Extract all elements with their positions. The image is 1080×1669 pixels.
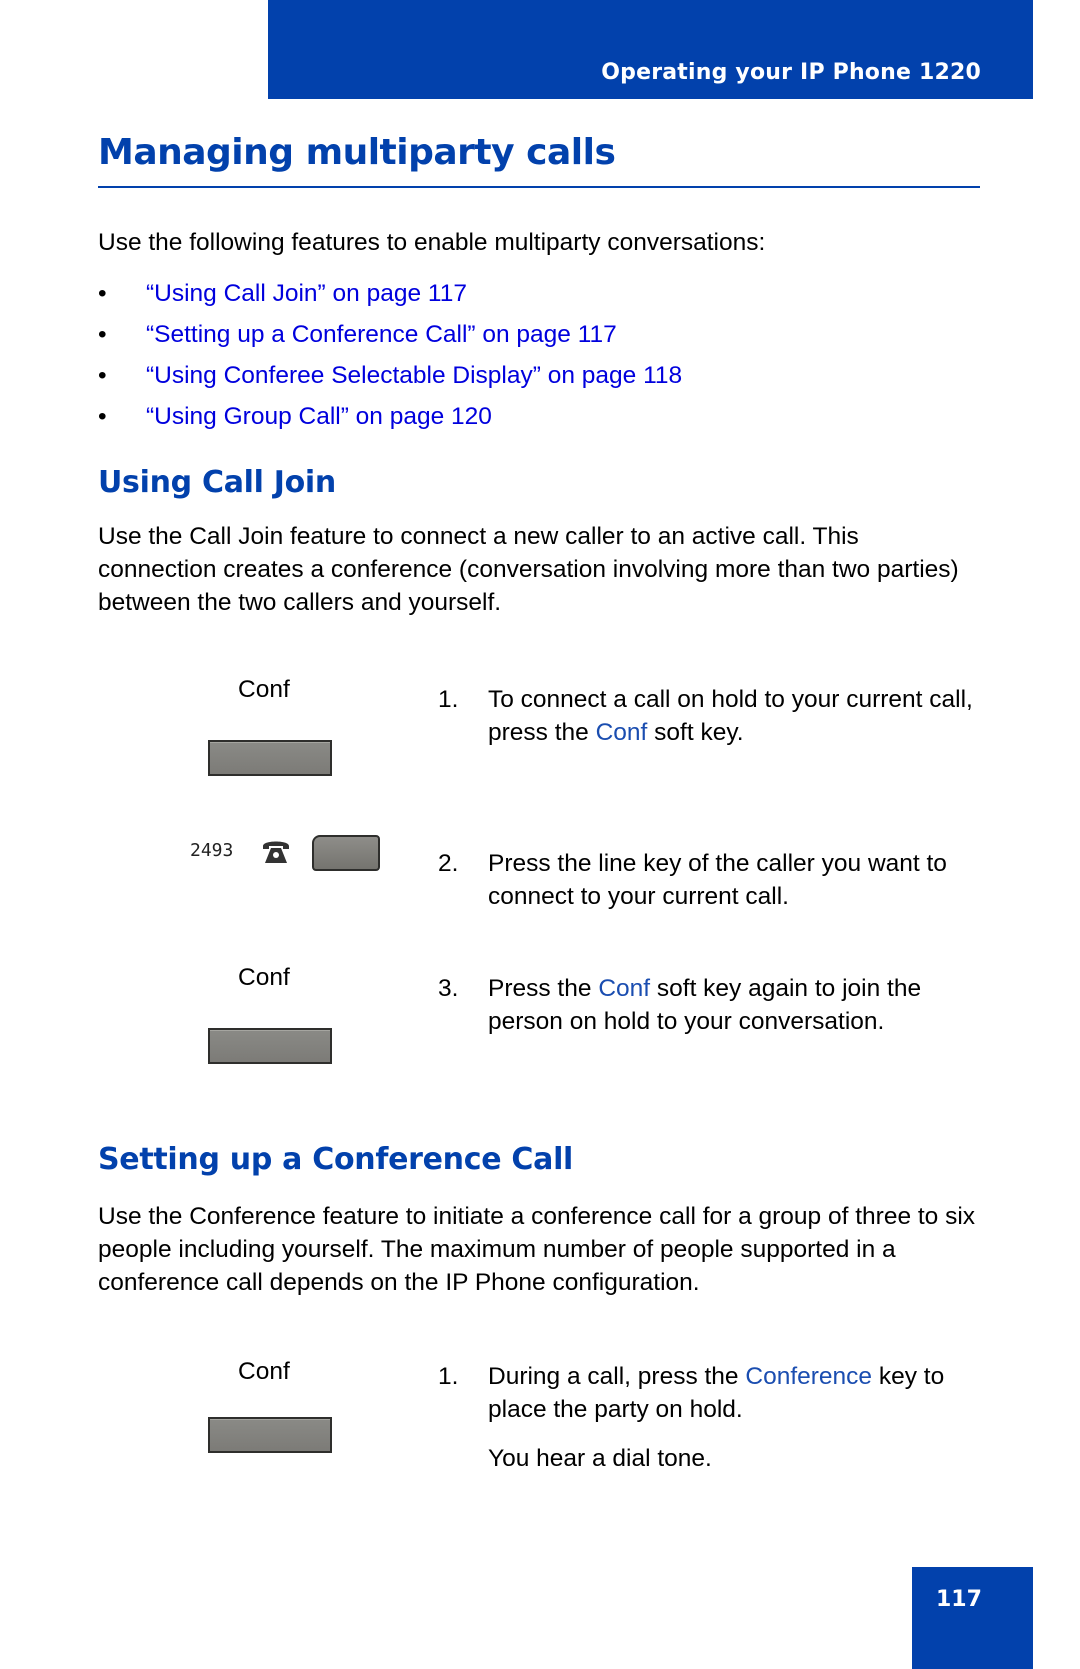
- bullet-icon: •: [98, 362, 107, 389]
- header-band: Operating your IP Phone 1220: [268, 0, 1033, 99]
- conference-call-description: Use the Conference feature to initiate a…: [98, 1203, 976, 1296]
- soft-key-label: Conf: [238, 964, 290, 991]
- step-text-part: During a call, press the: [488, 1363, 746, 1390]
- xref-link-conference-call[interactable]: “Setting up a Conference Call” on page 1…: [146, 314, 617, 355]
- call-join-step-1: 1. To connect a call on hold to your cur…: [438, 683, 978, 749]
- xref-link-call-join[interactable]: “Using Call Join” on page 117: [146, 273, 467, 314]
- section-heading-conference-call: Setting up a Conference Call: [98, 1142, 574, 1177]
- step-text-part: Press the: [488, 975, 599, 1002]
- page-number-box: 117: [912, 1567, 1033, 1669]
- soft-key-label: Conf: [238, 676, 290, 703]
- running-title: Operating your IP Phone 1220: [601, 60, 981, 85]
- step-text: Press the Conf soft key again to join th…: [488, 972, 978, 1038]
- line-number: 2493: [190, 840, 234, 861]
- call-join-step-3: 3. Press the Conf soft key again to join…: [438, 972, 978, 1038]
- call-join-description: Use the Call Join feature to connect a n…: [98, 523, 959, 616]
- call-join-step-2: 2. Press the line key of the caller you …: [438, 847, 978, 913]
- step-number: 2.: [438, 850, 459, 877]
- conference-step-1: 1. During a call, press the Conference k…: [438, 1360, 978, 1426]
- step-text: To connect a call on hold to your curren…: [488, 683, 978, 749]
- step-text-part: soft key.: [647, 719, 744, 746]
- list-item: • “Using Group Call” on page 120: [98, 396, 682, 437]
- bullet-icon: •: [98, 321, 107, 348]
- soft-key-label: Conf: [238, 1358, 290, 1385]
- page-number: 117: [936, 1587, 982, 1612]
- list-item: • “Setting up a Conference Call” on page …: [98, 314, 682, 355]
- conf-keyword: Conf: [598, 975, 651, 1002]
- telephone-icon: [263, 841, 289, 863]
- conf-soft-key: [208, 740, 332, 776]
- step-number: 1.: [438, 686, 459, 713]
- conf-soft-key: [208, 1417, 332, 1453]
- step-number: 1.: [438, 1363, 459, 1390]
- section-heading-call-join: Using Call Join: [98, 465, 336, 500]
- step-note: You hear a dial tone.: [488, 1445, 712, 1472]
- conference-keyword: Conference: [745, 1363, 873, 1390]
- cross-reference-list: • “Using Call Join” on page 117 • “Setting…: [98, 273, 682, 437]
- intro-paragraph: Use the following features to enable mul…: [98, 229, 766, 256]
- page-title: Managing multiparty calls: [98, 132, 616, 173]
- conf-keyword: Conf: [595, 719, 648, 746]
- list-item: • “Using Call Join” on page 117: [98, 273, 682, 314]
- bullet-icon: •: [98, 280, 107, 307]
- step-text: Press the line key of the caller you wan…: [488, 850, 947, 910]
- xref-link-conferee-display[interactable]: “Using Conferee Selectable Display” on p…: [146, 355, 682, 396]
- line-key: [312, 835, 380, 871]
- conference-step-1-note: You hear a dial tone.: [438, 1442, 978, 1475]
- bullet-icon: •: [98, 403, 107, 430]
- list-item: • “Using Conferee Selectable Display” on …: [98, 355, 682, 396]
- step-text: During a call, press the Conference key …: [488, 1360, 978, 1426]
- step-number: 3.: [438, 975, 459, 1002]
- xref-link-group-call[interactable]: “Using Group Call” on page 120: [146, 396, 492, 437]
- title-divider: [98, 186, 980, 188]
- conf-soft-key: [208, 1028, 332, 1064]
